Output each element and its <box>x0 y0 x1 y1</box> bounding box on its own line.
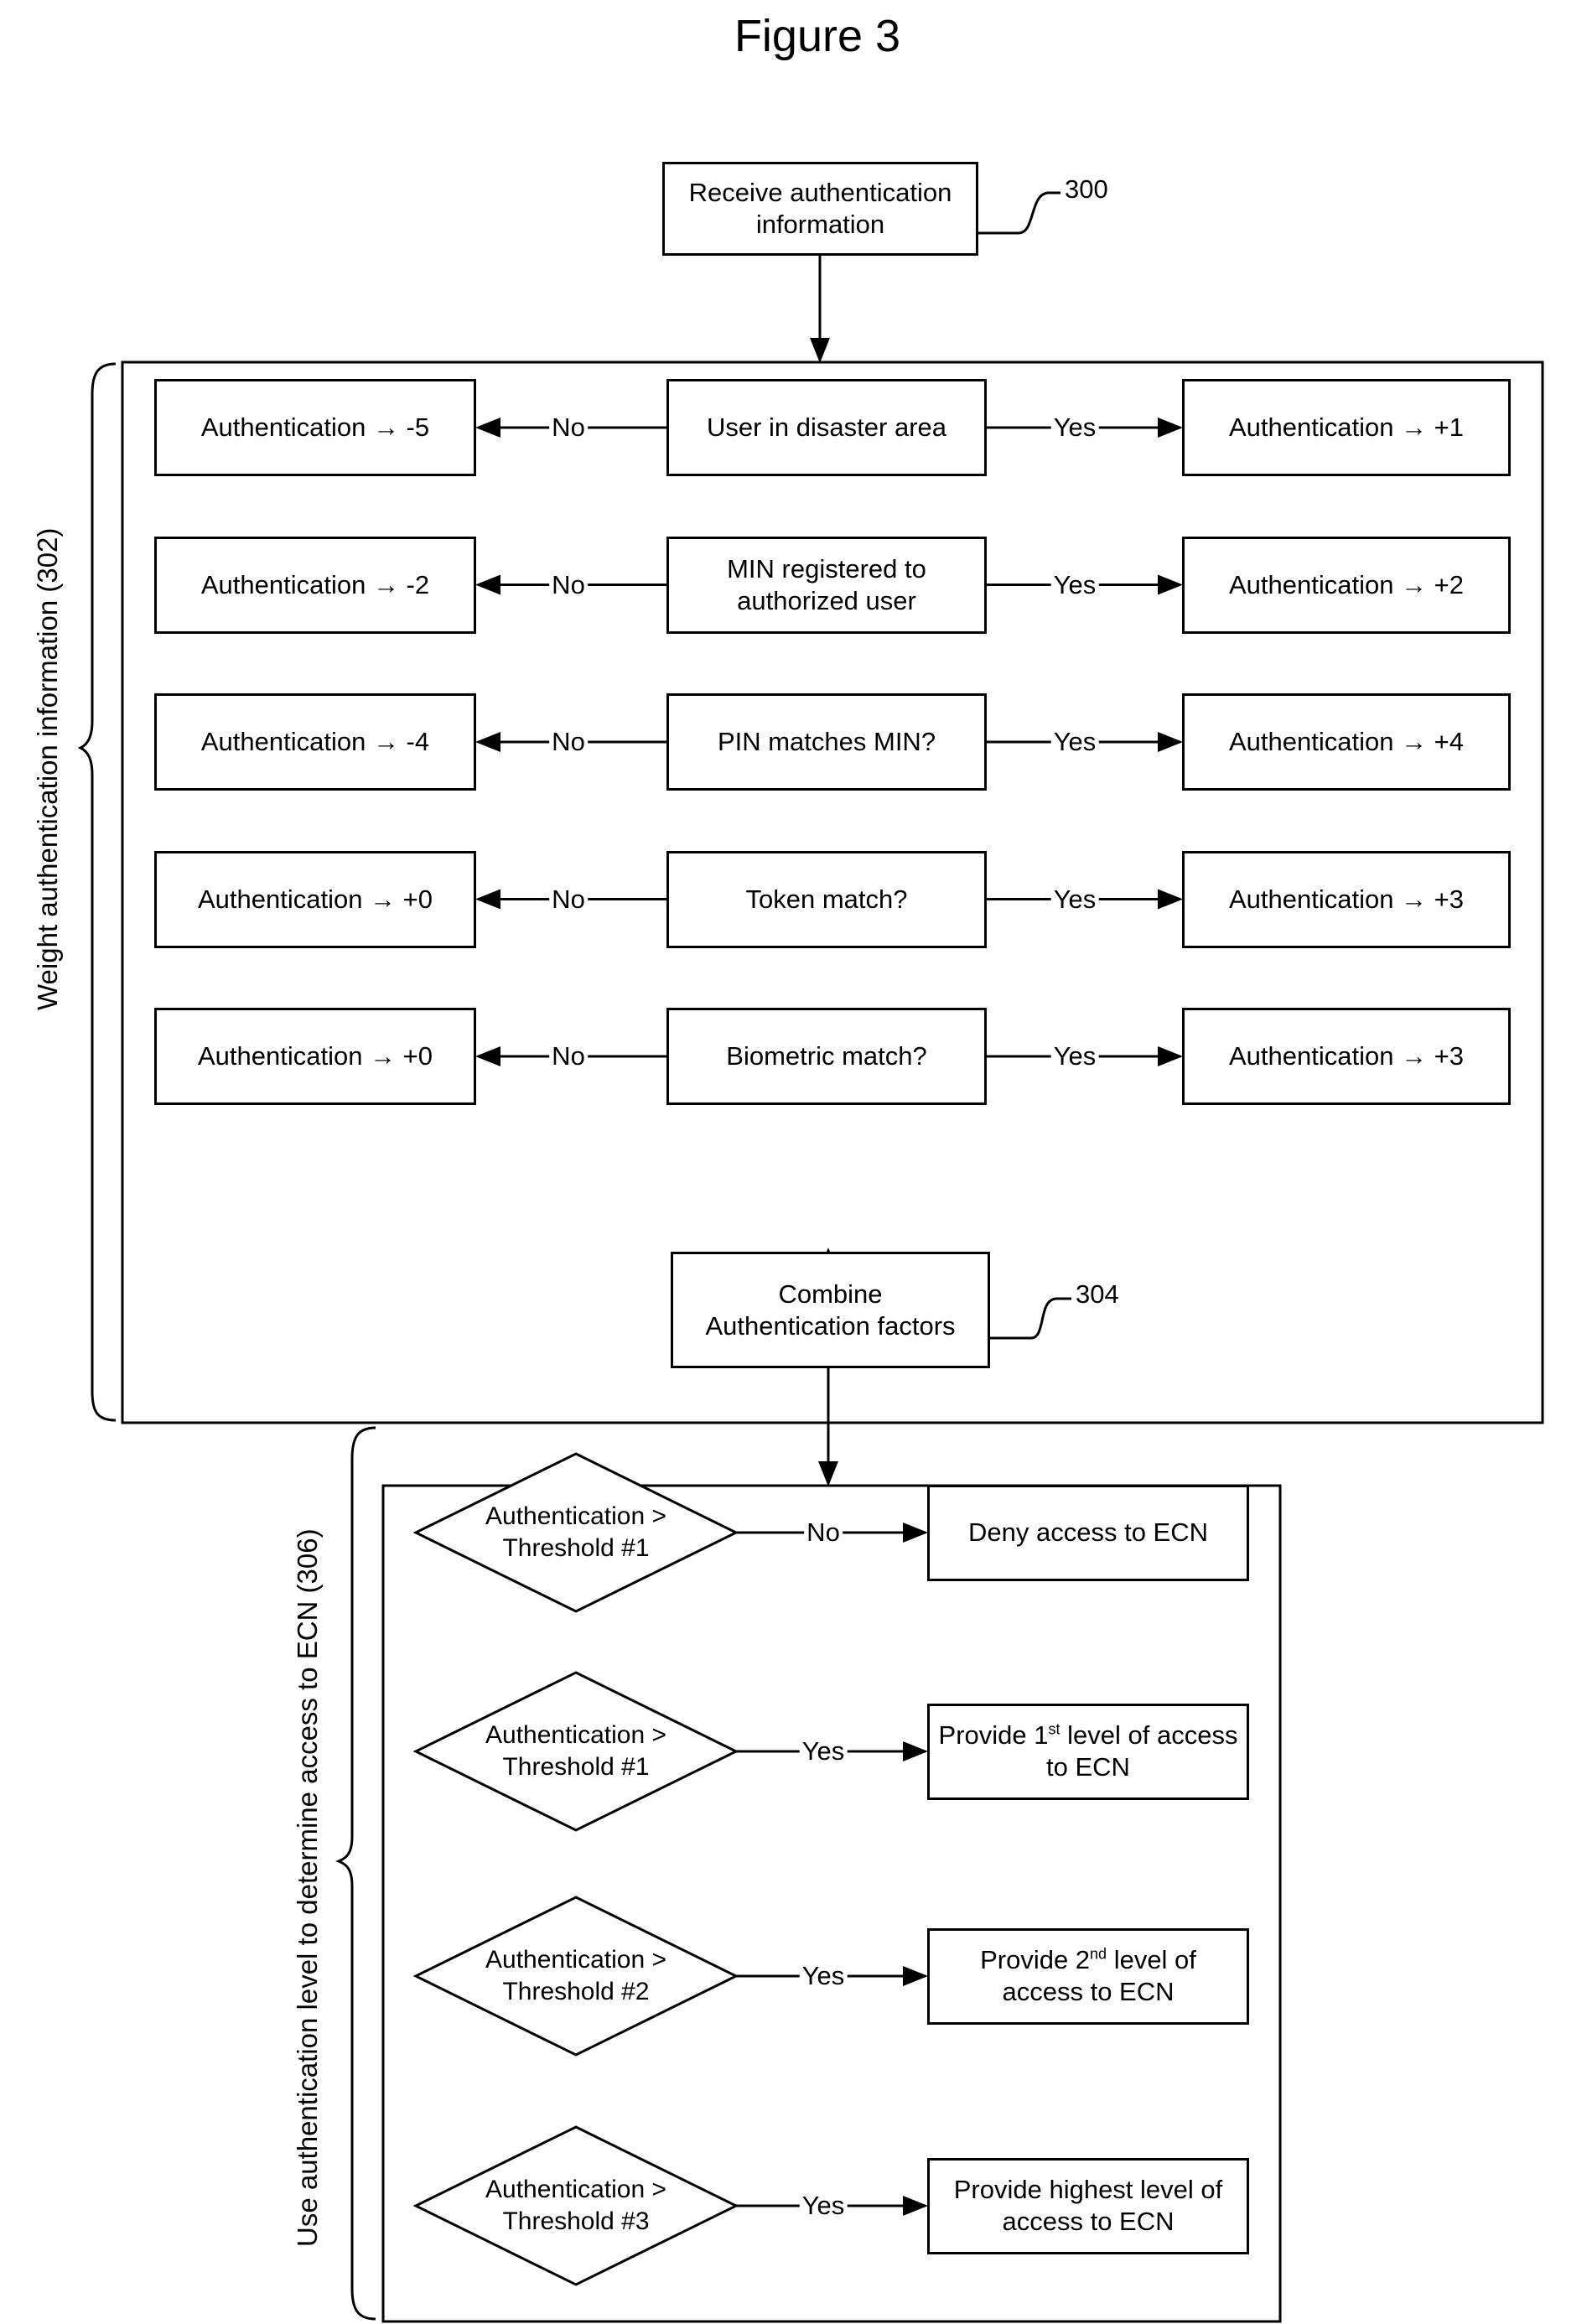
yes-result-box: Authentication → +1 <box>1182 379 1511 476</box>
access-result-text: Deny access to ECN <box>968 1517 1208 1548</box>
decision-box: PIN matches MIN? <box>666 693 987 791</box>
result-text-part: level of access to ECN <box>1046 1720 1238 1782</box>
condition-line1: Authentication > <box>485 1721 666 1749</box>
ref-300: 300 <box>1065 174 1108 204</box>
leader-304 <box>990 1297 1071 1340</box>
condition-line2: Threshold #2 <box>502 1978 650 2005</box>
access-result-box: Provide 2nd level of access to ECN <box>927 1927 1249 2025</box>
threshold-condition: Authentication > Threshold #2 <box>485 1944 666 2008</box>
condition-line2: Threshold #1 <box>502 1534 650 1562</box>
condition-line1: Authentication > <box>485 1946 666 1974</box>
yes-result-box: Authentication → +3 <box>1182 850 1511 948</box>
combine-line1: Combine <box>778 1279 883 1309</box>
yes-result-box: Authentication → +3 <box>1182 1008 1511 1105</box>
access-result-text: Provide 1st level of access to ECN <box>938 1720 1238 1783</box>
no-label: No <box>549 884 588 915</box>
decision-box: Biometric match? <box>666 1008 987 1105</box>
result-text-part: Provide highest level of access to ECN <box>953 2175 1223 2236</box>
access-result-text: Provide 2nd level of access to ECN <box>938 1944 1238 2008</box>
no-label: No <box>549 412 588 443</box>
yes-label: Yes <box>1050 884 1099 915</box>
no-result-box: Authentication → -5 <box>154 379 476 476</box>
no-result-box: Authentication → +0 <box>154 1008 476 1105</box>
section-306-label: Use authentication level to determine ac… <box>292 1528 323 2247</box>
decision-box: MIN registered to authorized user <box>666 536 987 634</box>
yes-label: Yes <box>1050 412 1099 443</box>
step-combine-factors: Combine Authentication factors <box>671 1252 990 1368</box>
section-302-label: Weight authentication information (302) <box>32 527 63 1010</box>
condition-line1: Authentication > <box>485 1502 666 1530</box>
branch-label: Yes <box>799 2191 848 2221</box>
no-label: No <box>549 727 588 757</box>
no-result-box: Authentication → -2 <box>154 536 476 634</box>
ref-304: 304 <box>1076 1279 1119 1309</box>
connector-layer <box>77 191 1544 2323</box>
brace-302 <box>77 362 117 1422</box>
result-text-part: Provide 2 <box>980 1945 1091 1974</box>
condition-line1: Authentication > <box>485 2176 666 2203</box>
result-ordinal-suffix: nd <box>1090 1945 1107 1963</box>
branch-label: No <box>804 1517 843 1548</box>
yes-label: Yes <box>1050 569 1099 600</box>
no-result-box: Authentication → +0 <box>154 850 476 948</box>
branch-label: Yes <box>799 1736 848 1766</box>
no-result-box: Authentication → -4 <box>154 693 476 791</box>
threshold-condition: Authentication > Threshold #3 <box>485 2174 666 2238</box>
access-result-text: Provide highest level of access to ECN <box>938 2174 1238 2238</box>
leader-300 <box>978 191 1060 235</box>
result-text-part: Provide 1 <box>938 1720 1049 1750</box>
decision-box: Token match? <box>666 850 987 948</box>
yes-result-box: Authentication → +2 <box>1182 536 1511 634</box>
decision-box: User in disaster area <box>666 379 987 476</box>
result-text-part: Deny access to ECN <box>968 1517 1208 1547</box>
yes-result-box: Authentication → +4 <box>1182 693 1511 791</box>
no-label: No <box>549 1041 588 1071</box>
no-label: No <box>549 569 588 600</box>
threshold-condition: Authentication > Threshold #1 <box>485 1501 666 1564</box>
condition-line2: Threshold #1 <box>502 1753 650 1781</box>
result-ordinal-suffix: st <box>1048 1720 1060 1738</box>
condition-line2: Threshold #3 <box>502 2207 650 2235</box>
access-result-box: Deny access to ECN <box>927 1484 1249 1581</box>
combine-line2: Authentication factors <box>705 1310 956 1341</box>
threshold-condition: Authentication > Threshold #1 <box>485 1720 666 1783</box>
access-result-box: Provide 1st level of access to ECN <box>927 1703 1249 1800</box>
access-result-box: Provide highest level of access to ECN <box>927 2157 1249 2254</box>
branch-label: Yes <box>799 1961 848 1991</box>
yes-label: Yes <box>1050 1041 1099 1071</box>
step-receive-authentication: Receive authentication information <box>662 162 978 256</box>
yes-label: Yes <box>1050 727 1099 757</box>
brace-306 <box>334 1426 376 2321</box>
